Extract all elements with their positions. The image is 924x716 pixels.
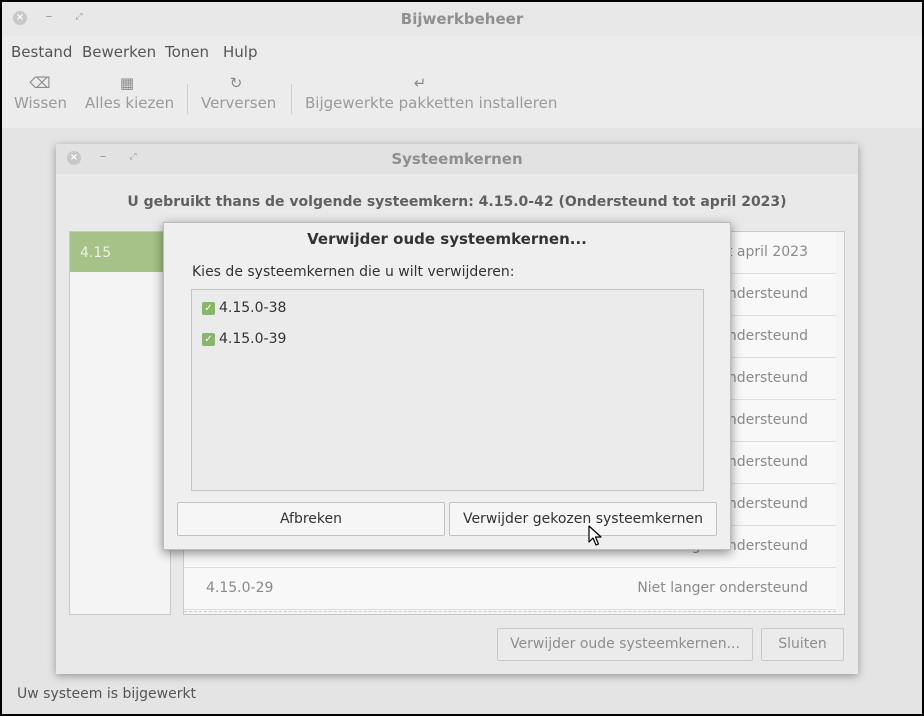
checkmark-icon[interactable]: ✓ [202, 302, 215, 315]
install-updates-button[interactable]: ↵ Bijgewerkte pakketten installeren [305, 68, 558, 126]
kernel-support-status: Niet langer ondersteund [637, 580, 808, 596]
menu-file[interactable]: Bestand [11, 43, 72, 61]
menu-view[interactable]: Tonen [165, 43, 209, 61]
refresh-label: Verversen [201, 94, 277, 112]
remove-kernels-dialog: Verwijder oude systeemkernen... Kies de … [163, 222, 731, 550]
refresh-button[interactable]: ↻ Verversen [201, 68, 277, 126]
remove-old-kernels-button[interactable]: Verwijder oude systeemkernen... [497, 628, 753, 661]
kernel-version: 4.15.0-29 [206, 580, 274, 596]
status-text: Uw systeem is bijgewerkt [17, 686, 197, 702]
kernels-titlebar: × – ⤢ Systeemkernen [56, 144, 858, 174]
kernel-selection-list: ✓ 4.15.0-38 ✓ 4.15.0-39 [191, 289, 704, 491]
kernel-label: 4.15.0-39 [219, 331, 287, 347]
remove-selected-kernels-button[interactable]: Verwijder gekozen systeemkernen [449, 502, 717, 536]
kernel-support-status: ndersteund [727, 496, 808, 512]
toolbar: ⌫ Wissen ▦ Alles kiezen ↻ Verversen ↵ Bi… [2, 68, 922, 128]
kernel-support-status: ndersteund [727, 286, 808, 302]
current-kernel-info: U gebruikt thans de volgende systeemkern… [127, 194, 787, 210]
select-all-label: Alles kiezen [85, 94, 175, 112]
refresh-icon: ↻ [229, 74, 243, 92]
dialog-title: Verwijder oude systeemkernen... [307, 230, 587, 248]
kernel-support-status: ndersteund [727, 412, 808, 428]
toolbar-separator [291, 84, 292, 114]
backspace-icon: ⌫ [29, 74, 51, 92]
menu-edit[interactable]: Bewerken [82, 43, 156, 61]
kernel-support-status: ndersteund [727, 454, 808, 470]
toolbar-separator [187, 84, 188, 114]
kernel-label: 4.15.0-38 [219, 300, 287, 316]
kernel-support-status: ndersteund [727, 328, 808, 344]
menubar: Bestand Bewerken Tonen Hulp [2, 36, 922, 66]
kernel-series-list: 4.15 [69, 231, 171, 615]
kernels-title: Systeemkernen [391, 150, 523, 168]
return-arrow-icon: ↵ [413, 74, 427, 92]
row-divider [184, 611, 836, 612]
kernel-support-status: ndersteund [727, 370, 808, 386]
select-all-icon: ▦ [119, 74, 135, 92]
sidebar-item-kernel-series[interactable]: 4.15 [70, 232, 170, 272]
kernel-support-status: t april 2023 [726, 244, 808, 260]
select-all-button[interactable]: ▦ Alles kiezen [85, 68, 175, 126]
checkmark-icon[interactable]: ✓ [202, 333, 215, 346]
main-titlebar: × – ⤢ Bijwerkbeheer [2, 2, 922, 36]
table-row[interactable]: 4.15.0-29 Niet langer ondersteund [184, 568, 836, 610]
menu-help[interactable]: Hulp [223, 43, 257, 61]
dialog-prompt: Kies de systeemkernen die u wilt verwijd… [192, 264, 515, 280]
mouse-cursor-icon [588, 525, 602, 546]
clear-button[interactable]: ⌫ Wissen [14, 68, 68, 126]
clear-label: Wissen [14, 94, 68, 112]
install-updates-label: Bijgewerkte pakketten installeren [305, 94, 558, 112]
close-button[interactable]: Sluiten [761, 628, 844, 661]
cancel-button[interactable]: Afbreken [177, 502, 445, 536]
window-title: Bijwerkbeheer [400, 10, 524, 28]
